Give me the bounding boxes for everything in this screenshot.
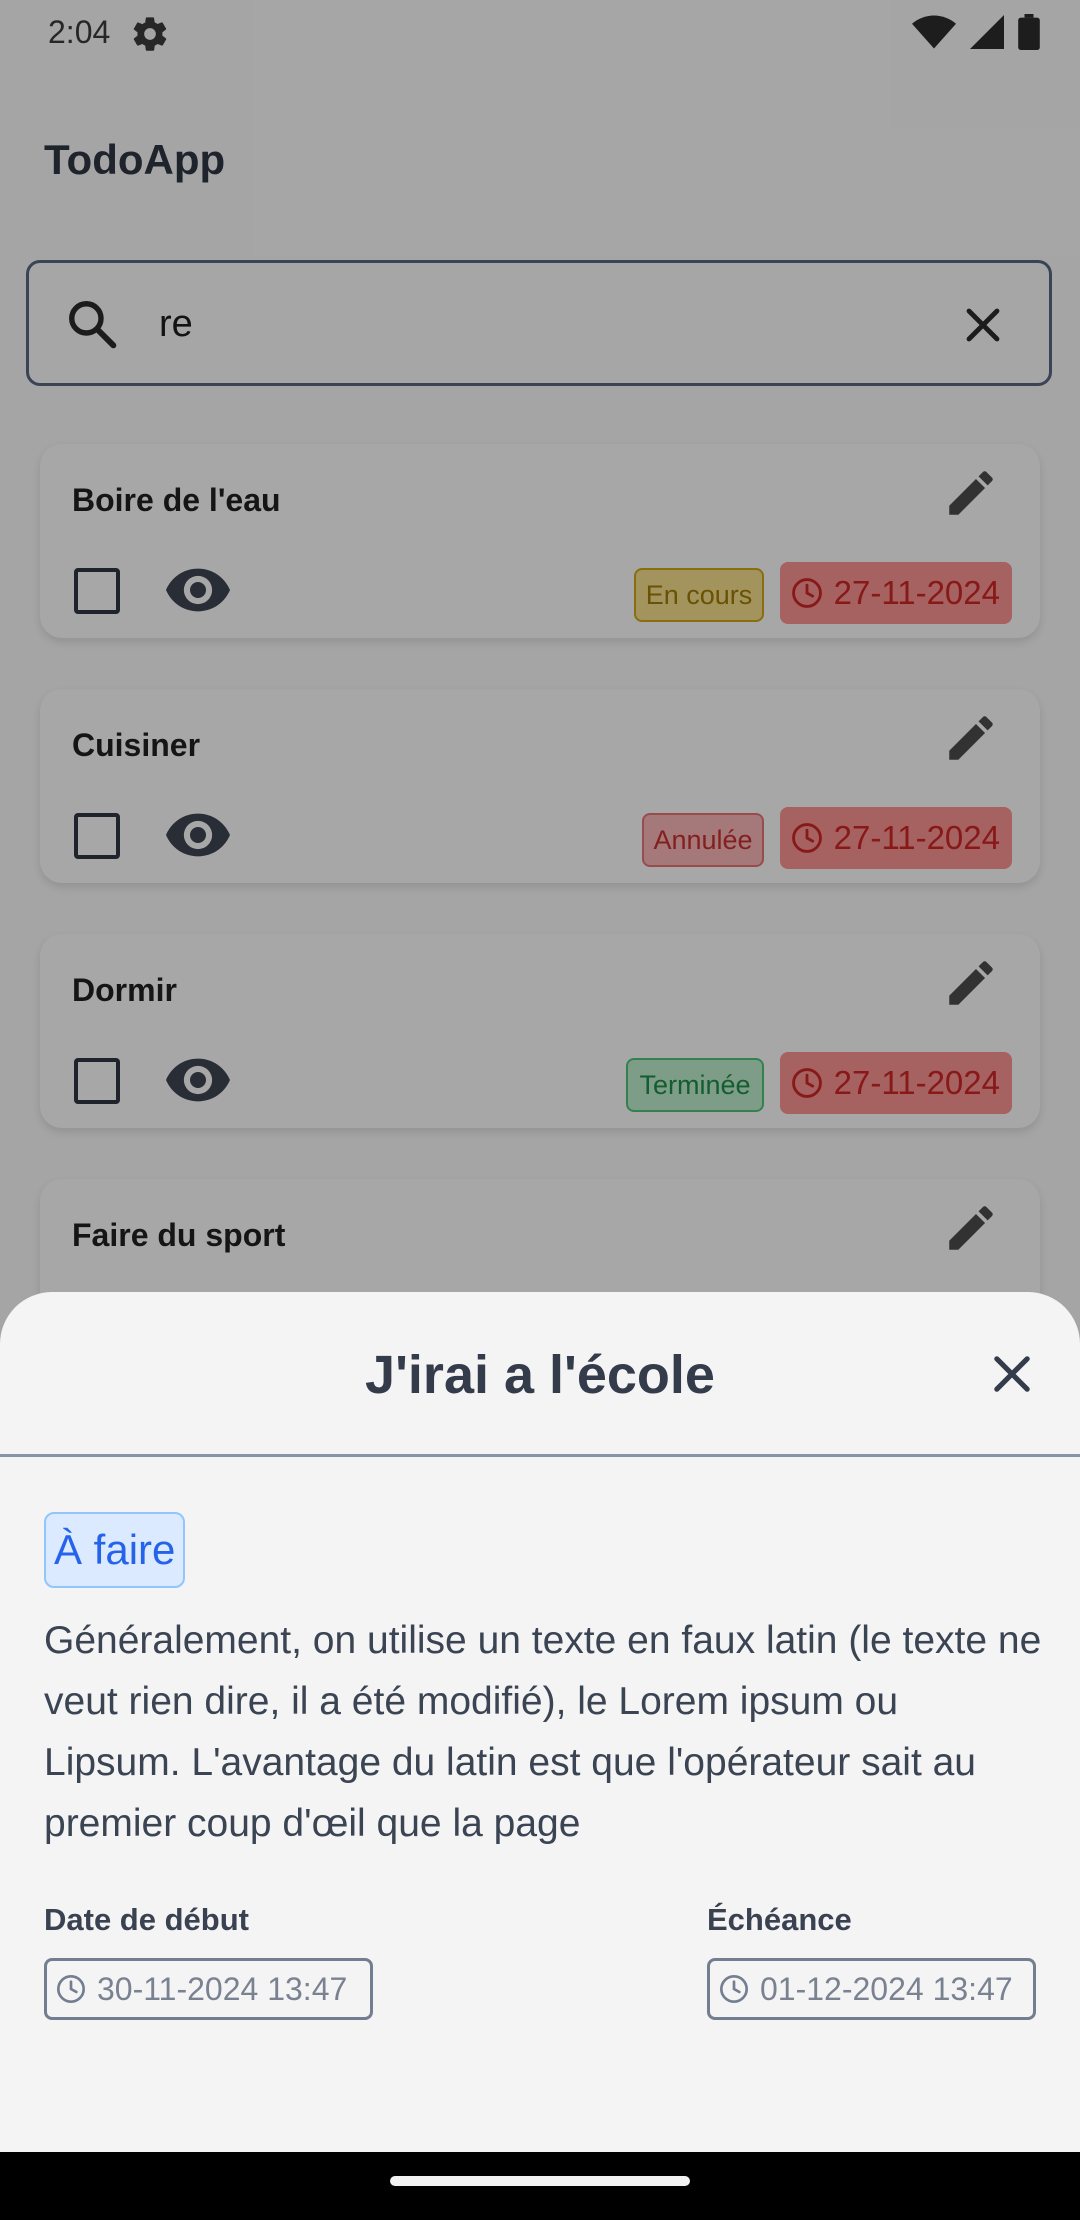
due-date-value: 01-12-2024 13:47: [760, 1970, 1013, 2007]
start-date-field: 30-11-2024 13:47: [44, 1958, 373, 2020]
start-date-value: 30-11-2024 13:47: [97, 1970, 348, 2007]
divider: [0, 1454, 1080, 1457]
app-screen: 2:04 TodoApp re Boire de l'eau En cours …: [0, 0, 1080, 2220]
task-detail-sheet: J'irai a l'école À faire Généralement, o…: [0, 1292, 1080, 2152]
state-badge: À faire: [44, 1512, 186, 1588]
task-description: Généralement, on utilise un texte en fau…: [44, 1619, 1042, 1845]
due-date-field: 01-12-2024 13:47: [707, 1958, 1036, 2020]
sheet-title: J'irai a l'école: [365, 1345, 715, 1405]
navigation-bar: [0, 2152, 1080, 2220]
clock-icon: [57, 1975, 85, 2003]
clock-icon: [720, 1975, 748, 2003]
home-gesture-handle[interactable]: [390, 2176, 690, 2186]
due-date-label: Échéance: [707, 1902, 852, 1937]
start-date-label: Date de début: [44, 1902, 249, 1937]
close-icon[interactable]: [986, 1348, 1038, 1400]
